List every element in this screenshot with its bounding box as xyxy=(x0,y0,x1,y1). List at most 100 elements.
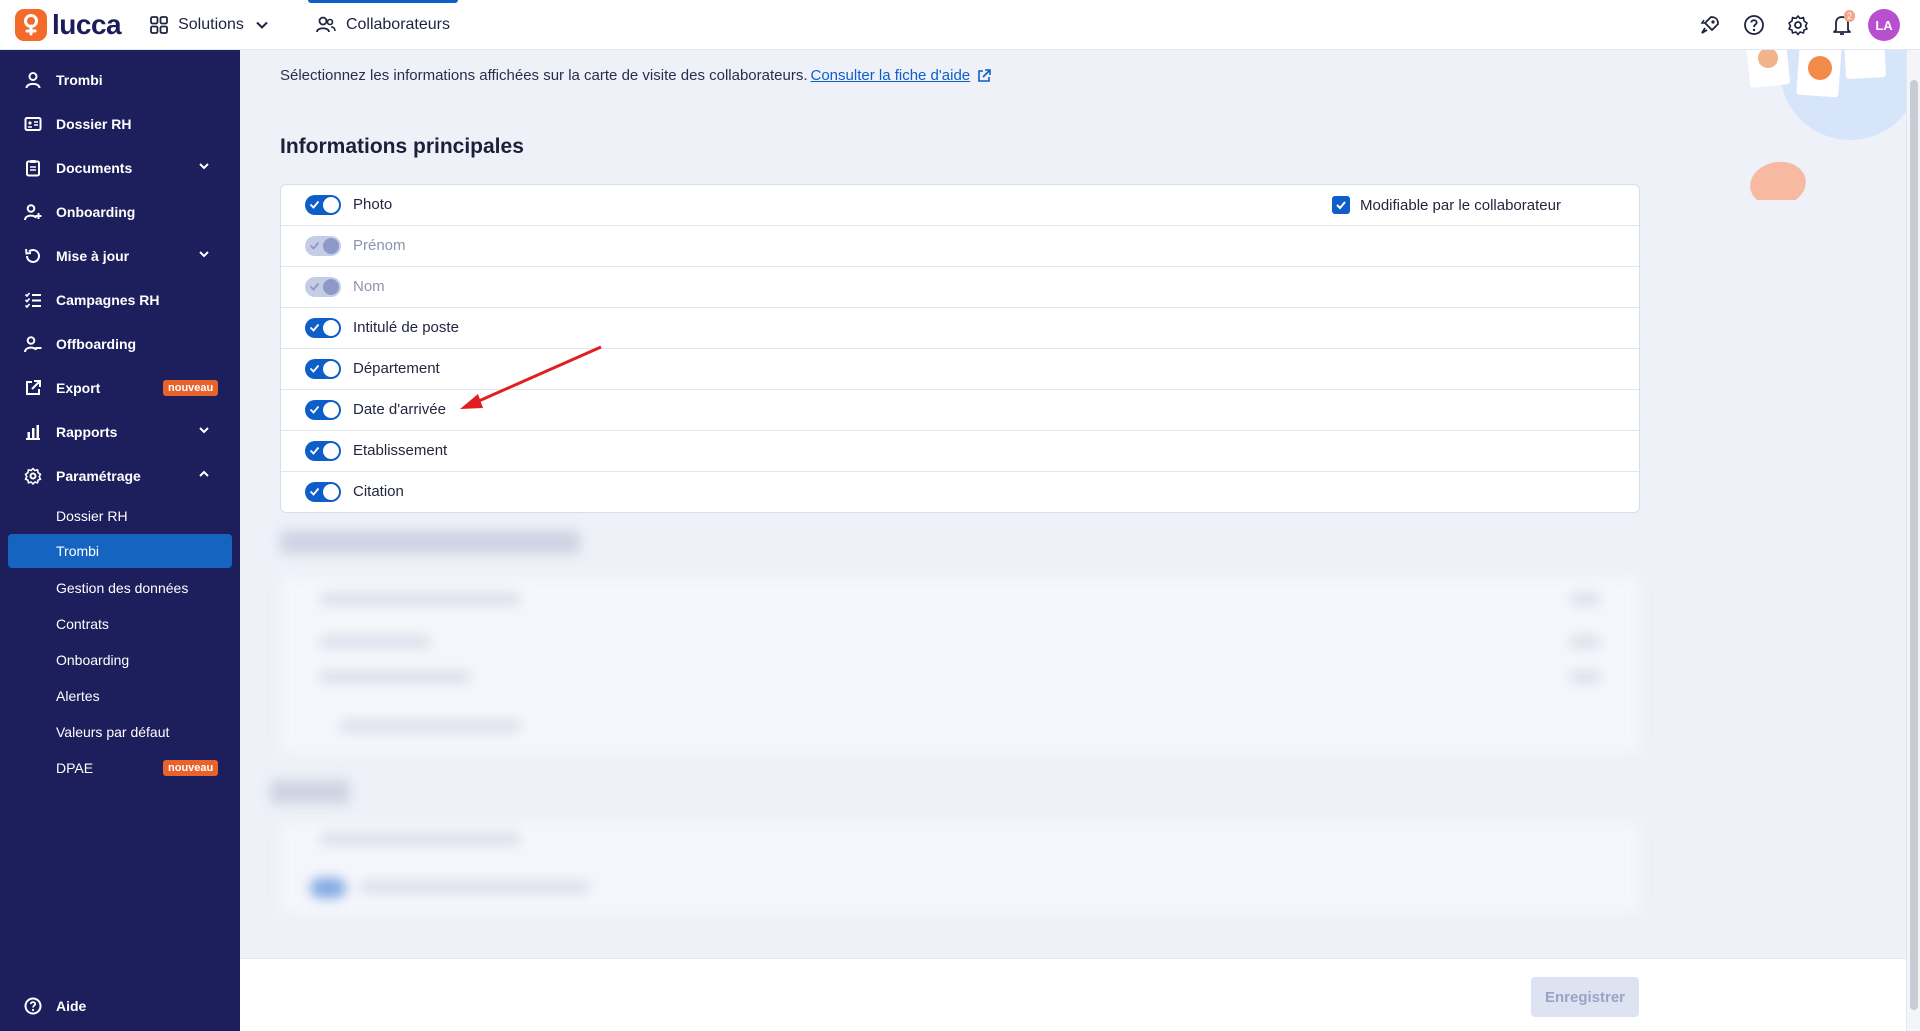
sidebar-subitem-contrats[interactable]: Contrats xyxy=(8,607,232,641)
check-icon xyxy=(309,323,320,332)
toggle-switch-disabled xyxy=(305,236,341,256)
field-label: Département xyxy=(353,360,440,377)
external-link-icon xyxy=(26,380,41,395)
sidebar-subitem-valeurs-par-defaut[interactable]: Valeurs par défaut xyxy=(8,715,232,749)
refresh-icon xyxy=(25,248,40,263)
sidebar-item-export[interactable]: Export nouveau xyxy=(0,368,240,408)
checkbox-checked[interactable] xyxy=(1332,196,1350,214)
new-badge: nouveau xyxy=(163,760,219,776)
check-icon xyxy=(309,364,320,373)
sidebar-item-label: Onboarding xyxy=(56,204,136,220)
sidebar-subitem-alertes[interactable]: Alertes xyxy=(8,679,232,713)
toggle-switch[interactable] xyxy=(305,441,341,461)
sidebar-item-mise-a-jour[interactable]: Mise à jour xyxy=(0,236,240,276)
sidebar-item-rapports[interactable]: Rapports xyxy=(0,412,240,452)
sidebar-item-aide[interactable]: Aide xyxy=(0,986,240,1026)
sidebar-item-label: Campagnes RH xyxy=(56,292,160,308)
field-label: Etablissement xyxy=(353,442,448,459)
scrollbar-thumb[interactable] xyxy=(1910,80,1918,1010)
clipboard-icon xyxy=(26,160,40,177)
notifications-button[interactable]: 2 xyxy=(1820,3,1864,47)
blurred-card xyxy=(280,823,1640,913)
user-icon xyxy=(25,72,41,89)
save-button[interactable]: Enregistrer xyxy=(1531,977,1639,1017)
blurred-region xyxy=(270,518,1650,918)
field-label: Intitulé de poste xyxy=(353,319,459,336)
field-row-date-d-arrivee: Date d'arrivée xyxy=(281,390,1639,431)
check-icon xyxy=(309,282,320,291)
new-badge: nouveau xyxy=(163,380,219,396)
check-icon xyxy=(309,200,320,209)
check-icon xyxy=(309,446,320,455)
toggle-switch[interactable] xyxy=(305,482,341,502)
editable-by-collaborator-checkbox[interactable]: Modifiable par le collaborateur xyxy=(1332,196,1561,214)
vertical-scrollbar[interactable] xyxy=(1906,50,1920,1031)
sidebar-item-onboarding[interactable]: Onboarding xyxy=(0,192,240,232)
help-sheet-link[interactable]: Consulter la fiche d'aide xyxy=(811,67,971,84)
question-circle-icon xyxy=(24,997,42,1015)
sidebar-item-parametrage[interactable]: Paramétrage xyxy=(0,456,240,496)
notification-count-badge: 2 xyxy=(1843,10,1855,22)
toggle-switch[interactable] xyxy=(305,318,341,338)
blurred-card xyxy=(280,578,1640,753)
sidebar-subitem-trombi[interactable]: Trombi xyxy=(8,534,232,568)
toggle-switch[interactable] xyxy=(305,400,341,420)
check-icon xyxy=(309,241,320,250)
sidebar-subitem-label: Alertes xyxy=(56,688,100,704)
solutions-menu-button[interactable]: Solutions xyxy=(150,0,278,50)
sidebar-subitem-dossier-rh[interactable]: Dossier RH xyxy=(8,499,232,533)
checklist-icon xyxy=(24,292,41,309)
field-label: Photo xyxy=(353,196,393,213)
sidebar-item-label: Paramétrage xyxy=(56,468,141,484)
grid-icon xyxy=(150,15,169,34)
user-minus-icon xyxy=(24,336,42,353)
bar-chart-icon xyxy=(26,425,40,440)
user-avatar[interactable]: LA xyxy=(1868,9,1900,41)
footer-bar: Enregistrer xyxy=(240,958,1906,1031)
check-icon xyxy=(309,405,320,414)
editable-label: Modifiable par le collaborateur xyxy=(1360,196,1561,214)
sidebar-subitem-label: Onboarding xyxy=(56,652,130,668)
chevron-up-icon xyxy=(199,470,209,477)
lucca-logo-icon xyxy=(15,8,47,41)
settings-button[interactable] xyxy=(1776,3,1820,47)
gear-icon xyxy=(24,467,42,485)
id-card-icon xyxy=(24,117,42,131)
field-row-citation: Citation xyxy=(281,472,1639,512)
sidebar-item-campagnes-rh[interactable]: Campagnes RH xyxy=(0,280,240,320)
collaborateurs-nav-button[interactable]: Collaborateurs xyxy=(307,0,459,50)
field-row-photo: Photo Modifiable par le collaborateur xyxy=(281,185,1639,226)
sidebar-item-offboarding[interactable]: Offboarding xyxy=(0,324,240,364)
sidebar-subitem-label: Valeurs par défaut xyxy=(56,724,170,740)
collaborateurs-label: Collaborateurs xyxy=(345,15,450,33)
sidebar-item-label: Dossier RH xyxy=(56,116,132,132)
field-row-nom: Nom xyxy=(281,267,1639,308)
field-label: Prénom xyxy=(353,237,406,254)
rocket-button[interactable] xyxy=(1688,3,1732,47)
solutions-label: Solutions xyxy=(178,15,244,33)
sidebar: Trombi Dossier RH Documents Onboarding M… xyxy=(0,50,240,1031)
field-row-prenom: Prénom xyxy=(281,226,1639,267)
sidebar-subitem-onboarding[interactable]: Onboarding xyxy=(8,643,232,677)
sidebar-item-label: Offboarding xyxy=(56,336,137,352)
field-label: Date d'arrivée xyxy=(353,401,446,418)
sidebar-item-label: Aide xyxy=(56,998,87,1014)
sidebar-item-trombi[interactable]: Trombi xyxy=(0,60,240,100)
lucca-logo[interactable]: lucca xyxy=(15,8,122,41)
sidebar-item-documents[interactable]: Documents xyxy=(0,148,240,188)
sidebar-subitem-dpae[interactable]: DPAE nouveau xyxy=(8,751,232,785)
chevron-down-icon xyxy=(256,21,268,29)
decorative-illustration xyxy=(1740,50,1906,200)
toggle-switch[interactable] xyxy=(305,359,341,379)
sidebar-subitem-gestion-des-donnees[interactable]: Gestion des données xyxy=(8,571,232,605)
user-plus-icon xyxy=(24,204,42,221)
sidebar-item-label: Mise à jour xyxy=(56,248,130,264)
help-button[interactable] xyxy=(1732,3,1776,47)
sidebar-item-label: Export xyxy=(56,380,101,396)
sidebar-item-dossier-rh[interactable]: Dossier RH xyxy=(0,104,240,144)
chevron-down-icon xyxy=(199,163,209,170)
blurred-section-title xyxy=(280,530,580,554)
check-icon xyxy=(309,487,320,496)
users-icon xyxy=(316,16,336,32)
toggle-switch[interactable] xyxy=(305,195,341,215)
